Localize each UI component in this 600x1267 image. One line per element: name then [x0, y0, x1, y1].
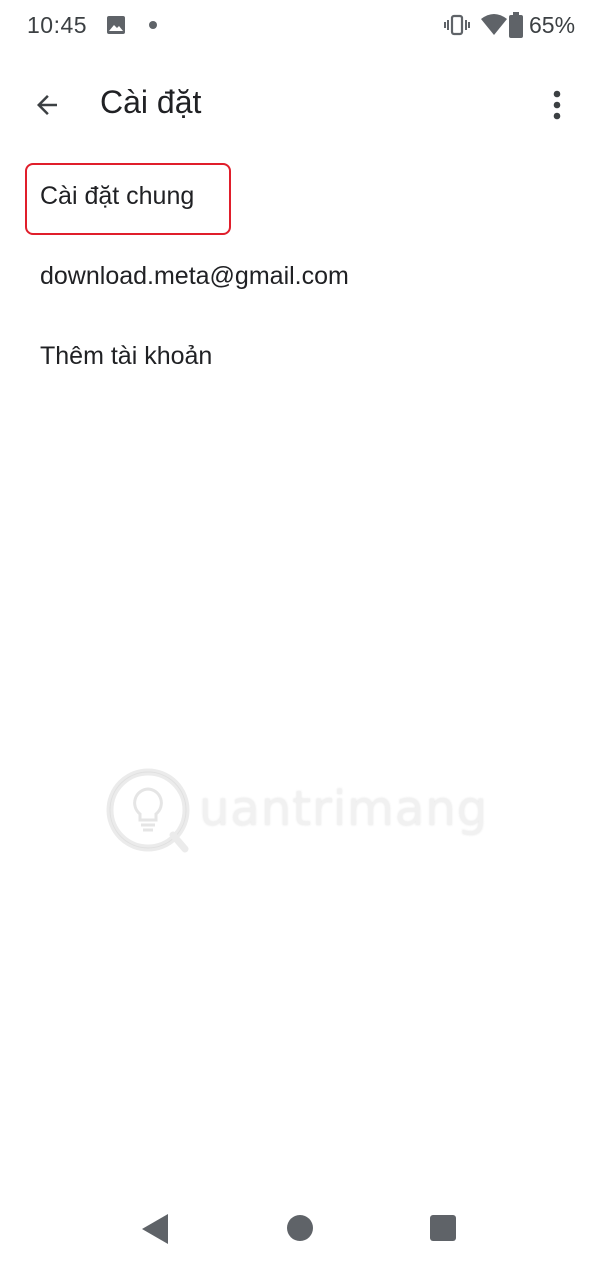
nav-recents-icon[interactable]: [430, 1215, 456, 1241]
watermark: uantrimang: [103, 765, 487, 855]
settings-item-general[interactable]: Cài đặt chung: [0, 158, 600, 238]
more-options-button[interactable]: [533, 76, 581, 134]
list-item-label: download.meta@gmail.com: [40, 262, 349, 290]
settings-list: Cài đặt chung download.meta@gmail.com Th…: [0, 158, 600, 398]
vibrate-icon: [444, 14, 470, 36]
battery-percentage: 65%: [529, 12, 576, 38]
svg-text:4: 4: [497, 27, 503, 37]
back-button[interactable]: [18, 76, 76, 134]
status-time: 10:45: [27, 12, 88, 38]
notification-dot-icon: [149, 21, 157, 29]
gallery-icon: [107, 16, 125, 34]
nav-back-icon[interactable]: [140, 1212, 170, 1246]
wifi-icon: 4: [481, 14, 507, 37]
more-vert-icon: [553, 90, 561, 120]
status-bar: 10:45 4 65%: [0, 0, 600, 52]
arrow-back-icon: [37, 95, 57, 115]
settings-item-add-account[interactable]: Thêm tài khoản: [0, 318, 600, 398]
settings-item-account[interactable]: download.meta@gmail.com: [0, 238, 600, 318]
page-title: Cài đặt: [100, 84, 202, 120]
list-item-label: Thêm tài khoản: [40, 342, 213, 370]
watermark-logo-icon: [106, 768, 190, 853]
nav-home-icon[interactable]: [287, 1215, 313, 1241]
watermark-text: uantrimang: [199, 781, 489, 837]
list-item-label: Cài đặt chung: [40, 182, 195, 210]
navigation-bar: [0, 1190, 600, 1267]
app-bar: Cài đặt: [0, 62, 600, 148]
battery-icon: [509, 12, 523, 38]
